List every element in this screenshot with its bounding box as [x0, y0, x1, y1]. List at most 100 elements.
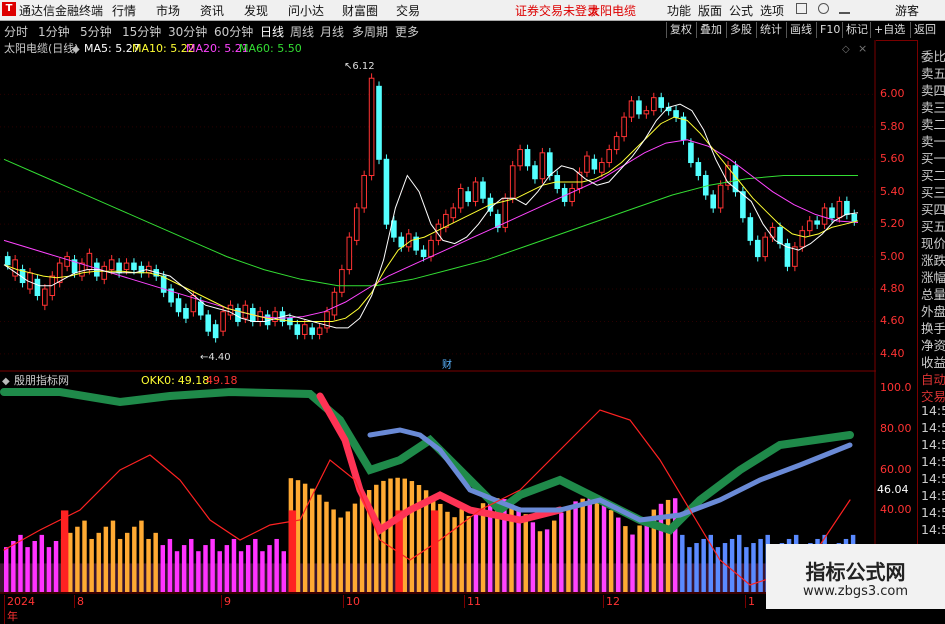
- candle[interactable]: [598, 162, 605, 173]
- candle[interactable]: [353, 207, 360, 241]
- candle[interactable]: [301, 324, 308, 335]
- minimize-icon[interactable]: [839, 3, 850, 14]
- candle[interactable]: [457, 187, 464, 209]
- candle[interactable]: [472, 181, 479, 202]
- window-icon[interactable]: [796, 3, 807, 14]
- candle[interactable]: [836, 200, 843, 219]
- period-60min[interactable]: 60分钟: [214, 23, 253, 40]
- candle[interactable]: [806, 220, 813, 232]
- menu-banmian[interactable]: 版面: [698, 2, 722, 19]
- candle[interactable]: [175, 298, 182, 313]
- candle[interactable]: [621, 116, 627, 138]
- candle[interactable]: [205, 314, 212, 332]
- candle[interactable]: [242, 304, 249, 319]
- candle[interactable]: [539, 152, 546, 180]
- btn-add-favorite[interactable]: +自选: [870, 22, 908, 38]
- candle[interactable]: [309, 327, 315, 335]
- menu-xuanxiang[interactable]: 选项: [760, 2, 784, 19]
- candle[interactable]: [480, 181, 486, 199]
- candle[interactable]: [220, 311, 226, 332]
- menu-zixun[interactable]: 资讯: [200, 2, 224, 19]
- candle[interactable]: [658, 97, 665, 108]
- candle[interactable]: [844, 200, 850, 215]
- menu-caifuquan[interactable]: 财富圈: [342, 2, 378, 19]
- candle[interactable]: [569, 187, 575, 202]
- btn-return[interactable]: 返回: [910, 22, 939, 38]
- candle[interactable]: [717, 184, 724, 209]
- candle[interactable]: [524, 149, 531, 167]
- menu-gongneng[interactable]: 功能: [667, 2, 691, 19]
- candle[interactable]: [383, 158, 390, 225]
- candle[interactable]: [398, 236, 405, 248]
- btn-diejia[interactable]: 叠加: [696, 22, 725, 38]
- candle[interactable]: [591, 158, 598, 170]
- period-multi[interactable]: 多周期: [352, 23, 388, 40]
- period-30min[interactable]: 30分钟: [168, 23, 207, 40]
- candle[interactable]: [777, 226, 783, 245]
- menu-jiaoyi[interactable]: 交易: [396, 2, 420, 19]
- candle[interactable]: [64, 256, 70, 267]
- candle[interactable]: [710, 194, 716, 209]
- trade-login-status[interactable]: 证券交易未登录: [515, 2, 599, 19]
- candle[interactable]: [376, 85, 382, 160]
- candle[interactable]: [361, 175, 367, 209]
- candle[interactable]: [821, 207, 828, 225]
- period-more[interactable]: 更多: [395, 23, 419, 40]
- candle[interactable]: [509, 165, 516, 199]
- btn-fuquan[interactable]: 复权: [666, 22, 695, 38]
- candle[interactable]: [650, 97, 657, 112]
- candle[interactable]: [331, 291, 338, 316]
- candle[interactable]: [643, 110, 650, 115]
- candle[interactable]: [747, 217, 754, 241]
- indicator-settings-icon[interactable]: ◆: [2, 376, 10, 387]
- candle[interactable]: [272, 311, 278, 322]
- period-daily[interactable]: 日线: [260, 23, 284, 40]
- candle[interactable]: [799, 230, 806, 248]
- candle[interactable]: [420, 249, 427, 258]
- candle[interactable]: [56, 262, 63, 284]
- candle[interactable]: [673, 110, 679, 118]
- menu-shichang[interactable]: 市场: [156, 2, 180, 19]
- candle[interactable]: [829, 207, 835, 219]
- menu-wenxiaoda[interactable]: 问小达: [288, 2, 324, 19]
- candle[interactable]: [428, 239, 434, 258]
- btn-f10[interactable]: F10: [816, 22, 843, 38]
- btn-biaoji[interactable]: 标记: [842, 22, 871, 38]
- candle[interactable]: [688, 142, 694, 164]
- candle[interactable]: [532, 165, 538, 180]
- ma-settings-icon[interactable]: ◆: [72, 44, 80, 55]
- panel-close-icon[interactable]: ×: [858, 42, 867, 55]
- candle[interactable]: [547, 152, 553, 177]
- menu-gongshi[interactable]: 公式: [729, 2, 753, 19]
- candle[interactable]: [405, 233, 412, 248]
- candle[interactable]: [465, 191, 471, 202]
- period-15min[interactable]: 15分钟: [122, 23, 161, 40]
- candle[interactable]: [339, 269, 345, 293]
- period-1min[interactable]: 1分钟: [38, 23, 70, 40]
- candle[interactable]: [606, 149, 613, 164]
- candle[interactable]: [101, 265, 108, 280]
- menu-youke[interactable]: 游客: [895, 2, 919, 19]
- panel-diamond-icon[interactable]: ◇: [842, 44, 850, 55]
- candle[interactable]: [851, 213, 858, 222]
- candle[interactable]: [108, 259, 115, 271]
- btn-duogu[interactable]: 多股: [726, 22, 755, 38]
- financial-marker[interactable]: 财: [442, 358, 452, 371]
- candle[interactable]: [368, 77, 375, 177]
- candle[interactable]: [34, 278, 41, 297]
- candle[interactable]: [754, 239, 761, 258]
- candle[interactable]: [346, 236, 353, 271]
- candle[interactable]: [316, 327, 323, 335]
- candle[interactable]: [762, 236, 768, 258]
- menu-faxian[interactable]: 发现: [244, 2, 268, 19]
- period-weekly[interactable]: 周线: [290, 23, 314, 40]
- candle[interactable]: [294, 324, 301, 335]
- candle[interactable]: [123, 262, 130, 271]
- candle[interactable]: [450, 207, 457, 219]
- period-5min[interactable]: 5分钟: [80, 23, 112, 40]
- candle[interactable]: [613, 136, 620, 151]
- candle[interactable]: [584, 155, 590, 173]
- candle[interactable]: [695, 162, 702, 177]
- btn-huaxian[interactable]: 画线: [786, 22, 815, 38]
- candle[interactable]: [4, 256, 11, 266]
